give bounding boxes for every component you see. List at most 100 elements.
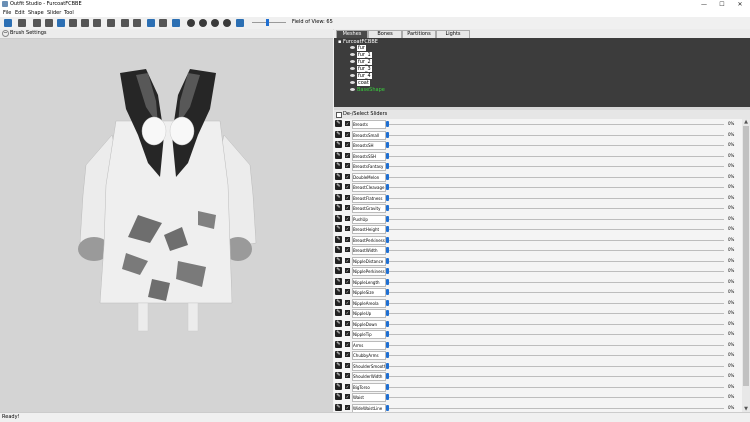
- tree-mesh-item[interactable]: fur_1: [350, 52, 372, 58]
- edit-slider-icon[interactable]: ✎: [335, 130, 342, 138]
- edit-slider-icon[interactable]: ✎: [335, 246, 342, 253]
- edit-slider-icon[interactable]: ✎: [335, 330, 342, 337]
- brush-smooth-icon[interactable]: [93, 19, 101, 27]
- slider-thumb[interactable]: [386, 394, 389, 400]
- slider-thumb[interactable]: [386, 404, 389, 411]
- menu-file[interactable]: File: [3, 10, 11, 16]
- tree-mesh-item[interactable]: fur_3: [350, 66, 372, 72]
- slider-checkbox[interactable]: ✓: [345, 373, 350, 378]
- slider-track[interactable]: [388, 397, 724, 398]
- edit-slider-icon[interactable]: ✎: [335, 309, 342, 316]
- slider-thumb[interactable]: [386, 247, 389, 253]
- brush-color-icon[interactable]: [121, 19, 129, 27]
- brush-alpha-icon[interactable]: [133, 19, 141, 27]
- slider-thumb[interactable]: [386, 352, 389, 358]
- edit-slider-icon[interactable]: ✎: [335, 235, 342, 243]
- slider-track[interactable]: [388, 229, 724, 230]
- slider-checkbox[interactable]: ✓: [345, 394, 350, 399]
- slider-track[interactable]: [388, 250, 724, 251]
- slider-checkbox[interactable]: ✓: [345, 205, 350, 210]
- slider-thumb[interactable]: [386, 184, 389, 190]
- slider-track[interactable]: [388, 281, 724, 283]
- brush-deflate-icon[interactable]: [69, 19, 77, 27]
- slider-checkbox[interactable]: ✓: [345, 247, 350, 252]
- menu-shape[interactable]: Shape: [28, 10, 44, 16]
- slider-thumb[interactable]: [386, 362, 389, 369]
- collision-icon[interactable]: [147, 19, 155, 27]
- eye-icon[interactable]: [350, 53, 355, 56]
- scrollbar-thumb[interactable]: [743, 126, 749, 386]
- edit-slider-icon[interactable]: ✎: [335, 172, 342, 180]
- slider-checkbox[interactable]: ✓: [345, 236, 350, 242]
- mesh-tree[interactable]: ▪ FurcoatFCBBE fur fur_1 fur_2 fur_3 fur…: [334, 38, 750, 107]
- brush-weight-icon[interactable]: [107, 19, 115, 27]
- close-button[interactable]: ✕: [730, 0, 750, 9]
- select-tool-icon[interactable]: [4, 19, 12, 27]
- slider-track[interactable]: [388, 302, 724, 304]
- fov-slider-thumb[interactable]: [266, 19, 269, 26]
- eye-icon[interactable]: [350, 88, 355, 91]
- slider-checkbox[interactable]: ✓: [345, 152, 350, 158]
- tree-mesh-item[interactable]: fur_4: [350, 73, 372, 79]
- menu-slider[interactable]: Slider: [47, 10, 61, 16]
- slider-track[interactable]: [388, 218, 724, 220]
- deselect-sliders-label[interactable]: De-/Select Sliders: [343, 111, 387, 117]
- slider-thumb[interactable]: [386, 310, 389, 316]
- slider-track[interactable]: [388, 376, 724, 377]
- slider-thumb[interactable]: [386, 320, 389, 327]
- slider-track[interactable]: [388, 134, 724, 136]
- slider-checkbox[interactable]: ✓: [345, 299, 350, 305]
- edit-slider-icon[interactable]: ✎: [335, 162, 342, 169]
- transform-tool-icon[interactable]: [18, 19, 26, 27]
- slider-checkbox[interactable]: ✓: [345, 383, 350, 389]
- fov-slider-track[interactable]: [252, 22, 286, 23]
- minimize-button[interactable]: —: [694, 0, 714, 9]
- slider-track[interactable]: [388, 166, 724, 167]
- slider-thumb[interactable]: [386, 142, 389, 148]
- slider-track[interactable]: [388, 407, 724, 409]
- slider-checkbox[interactable]: ✓: [345, 215, 350, 221]
- tree-mesh-item[interactable]: fur: [350, 45, 366, 51]
- edit-slider-icon[interactable]: ✎: [335, 403, 342, 411]
- slider-track[interactable]: [388, 292, 724, 293]
- brush-settings-label[interactable]: Brush Settings: [10, 30, 47, 36]
- slider-track[interactable]: [388, 313, 724, 314]
- cursor-icon[interactable]: [236, 19, 244, 27]
- slider-thumb[interactable]: [386, 341, 389, 348]
- eye-icon[interactable]: [350, 46, 355, 49]
- slider-track[interactable]: [388, 239, 724, 241]
- menu-tool[interactable]: Tool: [64, 10, 74, 16]
- slider-track[interactable]: [388, 344, 724, 346]
- slider-checkbox[interactable]: ✓: [345, 121, 350, 126]
- edit-slider-icon[interactable]: ✎: [335, 298, 342, 306]
- slider-thumb[interactable]: [386, 257, 389, 264]
- slider-track[interactable]: [388, 187, 724, 188]
- edit-slider-icon[interactable]: ✎: [335, 382, 342, 390]
- edit-slider-icon[interactable]: ✎: [335, 372, 342, 379]
- brush-standard-icon[interactable]: [33, 19, 41, 27]
- slider-thumb[interactable]: [386, 173, 389, 180]
- slider-checkbox[interactable]: ✓: [345, 362, 350, 368]
- edit-slider-icon[interactable]: ✎: [335, 183, 342, 190]
- edit-slider-icon[interactable]: ✎: [335, 351, 342, 358]
- edit-slider-icon[interactable]: ✎: [335, 361, 342, 369]
- slider-checkbox[interactable]: ✓: [345, 404, 350, 410]
- edit-slider-icon[interactable]: ✎: [335, 288, 342, 295]
- slider-track[interactable]: [388, 197, 724, 199]
- xmirror-icon[interactable]: [172, 19, 180, 27]
- slider-checkbox[interactable]: ✓: [345, 310, 350, 315]
- slider-checkbox[interactable]: ✓: [345, 289, 350, 294]
- slider-checkbox[interactable]: ✓: [345, 352, 350, 357]
- slider-thumb[interactable]: [386, 289, 389, 295]
- brush-settings-bar[interactable]: − Brush Settings: [0, 29, 333, 39]
- slider-checkbox[interactable]: ✓: [345, 331, 350, 336]
- wireframe-icon[interactable]: [187, 19, 195, 27]
- brush-settings-toggle-icon[interactable]: −: [2, 30, 9, 37]
- slider-thumb[interactable]: [386, 268, 389, 274]
- eye-icon[interactable]: [350, 67, 355, 70]
- slider-checkbox[interactable]: ✓: [345, 320, 350, 326]
- edit-slider-icon[interactable]: ✎: [335, 340, 342, 348]
- edit-slider-icon[interactable]: ✎: [335, 225, 342, 232]
- maximize-button[interactable]: ☐: [712, 0, 732, 9]
- slider-track[interactable]: [388, 323, 724, 325]
